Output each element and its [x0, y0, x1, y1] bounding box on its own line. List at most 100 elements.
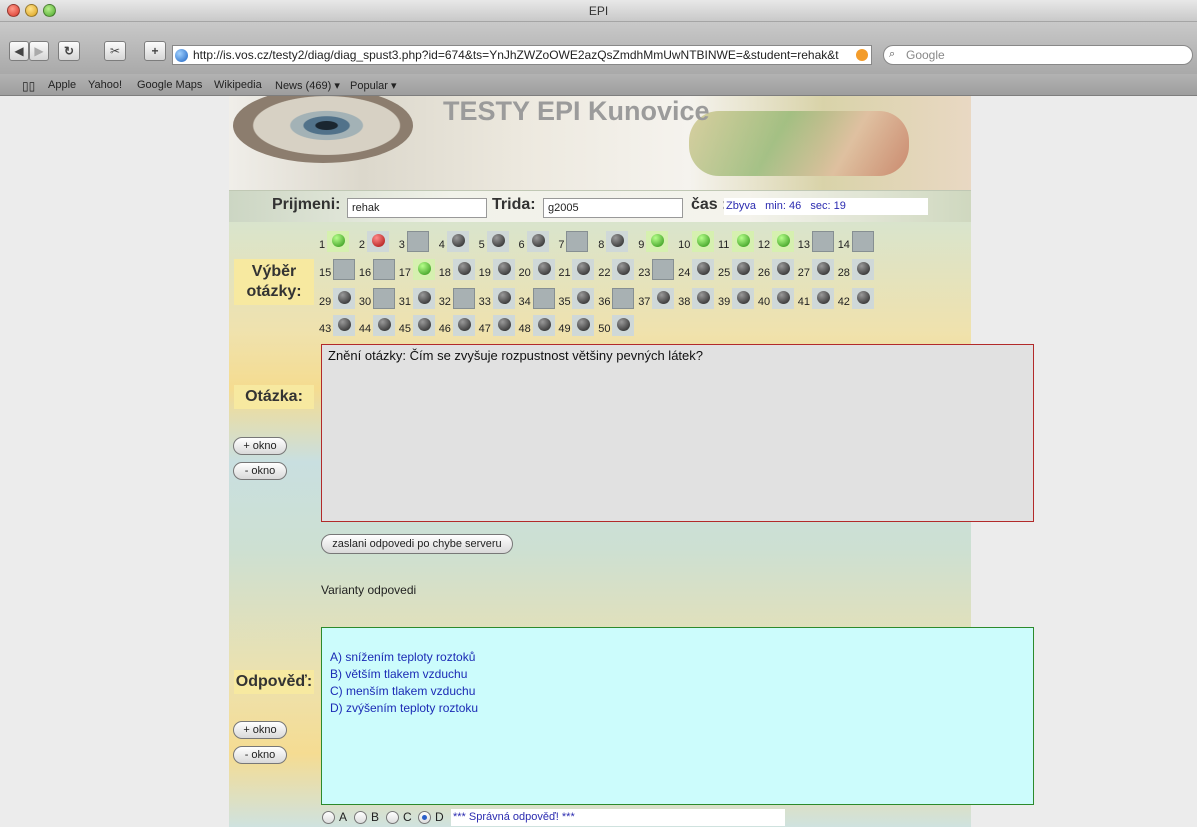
answer-enlarge-button[interactable]: + okno [233, 721, 287, 739]
radio-b[interactable] [354, 811, 367, 824]
question-button[interactable]: 42 [838, 287, 876, 309]
question-number: 18 [438, 267, 451, 279]
question-number: 40 [757, 296, 771, 308]
address-bar[interactable]: http://is.vos.cz/testy2/diag/diag_spust3… [172, 45, 872, 65]
question-button[interactable]: 27 [798, 258, 836, 280]
question-button[interactable]: 25 [718, 258, 756, 280]
bookmark-news[interactable]: News (469) ▾ [275, 79, 340, 92]
resend-answer-button[interactable]: zaslani odpovedi po chybe serveru [321, 534, 513, 554]
forward-button[interactable]: ▶ [29, 41, 49, 61]
question-button[interactable]: 4 [439, 230, 477, 252]
question-button[interactable]: 35 [558, 287, 596, 309]
question-button[interactable]: 40 [758, 287, 796, 309]
book-icon[interactable]: ▯▯ [22, 79, 35, 93]
question-enlarge-button[interactable]: + okno [233, 437, 287, 455]
question-button[interactable]: 24 [678, 258, 716, 280]
answer-option-c: C) menším tlakem vzduchu [330, 684, 476, 698]
question-button[interactable]: 46 [439, 314, 477, 336]
question-button[interactable]: 39 [718, 287, 756, 309]
question-button[interactable]: 7 [558, 230, 596, 252]
chevron-down-icon: ▾ [390, 80, 397, 92]
radio-d[interactable] [418, 811, 431, 824]
question-button[interactable]: 34 [519, 287, 557, 309]
status-dot-icon [491, 234, 505, 247]
question-button[interactable]: 28 [838, 258, 876, 280]
class-input[interactable]: g2005 [543, 198, 683, 218]
status-dot-icon [816, 262, 830, 275]
back-button[interactable]: ◀ [9, 41, 29, 61]
question-status-icon [732, 259, 754, 280]
question-button[interactable]: 16 [359, 258, 397, 280]
answer-variants-title: Varianty odpovedi [321, 583, 417, 597]
question-button[interactable]: 14 [838, 230, 876, 252]
question-shrink-button[interactable]: - okno [233, 462, 287, 480]
snippet-button[interactable]: ✂ [104, 41, 126, 61]
bookmark-google-maps[interactable]: Google Maps [137, 79, 202, 91]
question-button[interactable]: 33 [479, 287, 517, 309]
question-button[interactable]: 12 [758, 230, 796, 252]
question-button[interactable]: 26 [758, 258, 796, 280]
question-label: Otázka: [234, 385, 314, 409]
question-button[interactable]: 37 [638, 287, 676, 309]
question-button[interactable]: 9 [638, 230, 676, 252]
radio-c[interactable] [386, 811, 399, 824]
question-button[interactable]: 32 [439, 287, 477, 309]
radio-a[interactable] [322, 811, 335, 824]
question-number: 24 [678, 267, 691, 279]
bookmark-apple[interactable]: Apple [48, 79, 76, 91]
question-button[interactable]: 31 [399, 287, 437, 309]
question-button[interactable]: 8 [598, 230, 636, 252]
question-button[interactable]: 17 [399, 258, 437, 280]
question-number: 6 [518, 239, 525, 251]
question-button[interactable]: 13 [798, 230, 836, 252]
question-number: 23 [638, 267, 651, 279]
question-status-icon [366, 231, 389, 252]
question-button[interactable]: 23 [638, 258, 676, 280]
bookmarks-bar: ▯▯ Apple Yahoo! Google Maps Wikipedia Ne… [0, 74, 1197, 96]
bookmark-yahoo[interactable]: Yahoo! [88, 79, 122, 91]
question-button[interactable]: 1 [319, 230, 357, 252]
question-status-icon [492, 259, 515, 280]
add-bookmark-button[interactable]: + [144, 41, 166, 61]
question-number: 25 [718, 267, 731, 279]
status-dot-icon [737, 291, 750, 304]
search-field[interactable]: Google [883, 45, 1193, 65]
surname-input[interactable]: rehak [347, 198, 487, 218]
question-button[interactable]: 22 [598, 258, 636, 280]
bookmark-popular[interactable]: Popular ▾ [350, 79, 397, 92]
question-number: 10 [678, 239, 691, 251]
question-button[interactable]: 41 [798, 287, 836, 309]
question-button[interactable]: 19 [479, 258, 517, 280]
question-button[interactable]: 44 [359, 314, 397, 336]
question-button[interactable]: 43 [319, 314, 357, 336]
question-button[interactable]: 45 [399, 314, 437, 336]
question-button[interactable]: 48 [519, 314, 557, 336]
question-number: 26 [757, 267, 771, 279]
question-button[interactable]: 29 [319, 287, 357, 309]
question-number: 42 [837, 296, 850, 308]
question-button[interactable]: 47 [479, 314, 517, 336]
answer-shrink-button[interactable]: - okno [233, 746, 287, 764]
question-button[interactable]: 30 [359, 287, 397, 309]
question-button[interactable]: 11 [718, 230, 756, 252]
question-button[interactable]: 3 [399, 230, 437, 252]
bookmark-wikipedia[interactable]: Wikipedia [214, 79, 262, 91]
rss-icon[interactable] [856, 49, 868, 61]
question-button[interactable]: 36 [598, 287, 636, 309]
question-button[interactable]: 50 [598, 314, 636, 336]
question-button[interactable]: 49 [558, 314, 596, 336]
reload-button[interactable]: ↻ [58, 41, 80, 61]
scissors-icon: ✂ [109, 44, 121, 58]
question-button[interactable]: 15 [319, 258, 357, 280]
question-text-area[interactable]: Znění otázky: Čím se zvyšuje rozpustnost… [321, 344, 1034, 522]
answer-options-area[interactable]: A) snížením teploty roztoků B) větším tl… [321, 627, 1034, 805]
question-button[interactable]: 10 [678, 230, 716, 252]
question-button[interactable]: 2 [359, 230, 397, 252]
globe-icon [175, 49, 188, 62]
question-button[interactable]: 38 [678, 287, 716, 309]
question-button[interactable]: 18 [439, 258, 477, 280]
question-button[interactable]: 20 [519, 258, 557, 280]
question-button[interactable]: 5 [479, 230, 517, 252]
question-button[interactable]: 6 [519, 230, 557, 252]
question-button[interactable]: 21 [558, 258, 596, 280]
